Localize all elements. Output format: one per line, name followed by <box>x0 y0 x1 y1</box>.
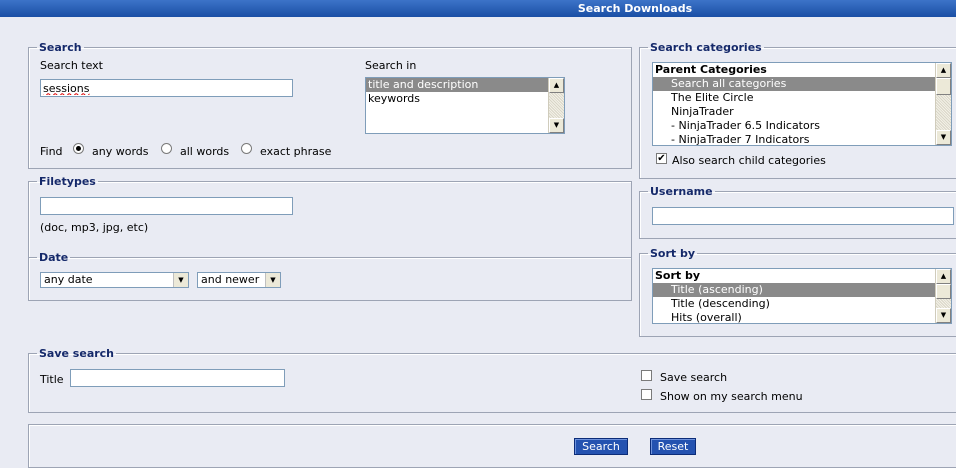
search-text-input[interactable] <box>40 79 293 97</box>
categories-option[interactable]: - NinjaTrader 6.5 Indicators <box>653 119 951 133</box>
scroll-down-icon[interactable]: ▼ <box>549 118 564 133</box>
search-text-label: Search text <box>40 59 103 72</box>
child-categories-checkbox[interactable]: ✔ <box>656 153 667 164</box>
search-button[interactable]: Search <box>574 438 628 455</box>
search-in-label: Search in <box>365 59 417 72</box>
reset-button[interactable]: Reset <box>650 438 696 455</box>
sortby-option[interactable]: Hits (overall) <box>653 311 951 323</box>
categories-option[interactable]: The Elite Circle <box>653 91 951 105</box>
sortby-listbox[interactable]: Sort by Title (ascending) Title (descend… <box>652 268 952 324</box>
search-in-scrollbar[interactable]: ▲ ▼ <box>548 78 564 133</box>
find-label: Find <box>40 145 63 158</box>
filetypes-hint: (doc, mp3, jpg, etc) <box>40 221 149 234</box>
categories-option[interactable]: Search all categories <box>653 77 935 91</box>
filetypes-fieldset: Filetypes <box>28 175 632 259</box>
button-panel <box>28 424 956 468</box>
username-input[interactable] <box>652 207 954 225</box>
scroll-down-icon[interactable]: ▼ <box>936 130 951 145</box>
sortby-option-group: Sort by <box>655 269 701 282</box>
find-all-label: all words <box>180 145 230 158</box>
save-title-input[interactable] <box>70 369 285 387</box>
scroll-track <box>936 95 951 130</box>
categories-option[interactable]: - NinjaTrader 7 Indicators <box>653 133 951 145</box>
categories-option-group: Parent Categories <box>655 63 767 76</box>
sortby-option[interactable]: Title (ascending) <box>653 283 935 297</box>
find-exact-label: exact phrase <box>260 145 332 158</box>
save-search-checkbox[interactable] <box>641 370 652 381</box>
date-direction-value: and newer <box>201 273 260 286</box>
scroll-thumb[interactable] <box>936 78 951 95</box>
scroll-down-icon[interactable]: ▼ <box>936 308 951 323</box>
scroll-up-icon[interactable]: ▲ <box>936 63 951 78</box>
find-any-label: any words <box>92 145 149 158</box>
chevron-down-icon[interactable]: ▼ <box>173 273 188 287</box>
window-titlebar: Search Downloads <box>0 0 956 17</box>
sortby-option[interactable]: Title (descending) <box>653 297 951 311</box>
chevron-down-icon[interactable]: ▼ <box>265 273 280 287</box>
search-legend: Search <box>39 41 82 54</box>
scroll-up-icon[interactable]: ▲ <box>549 78 564 93</box>
find-exact-radio[interactable] <box>241 143 252 154</box>
scroll-up-icon[interactable]: ▲ <box>936 269 951 284</box>
scroll-track <box>549 93 564 118</box>
categories-legend: Search categories <box>650 41 762 54</box>
date-range-select[interactable]: any date ▼ <box>40 272 189 288</box>
search-in-option[interactable]: title and description <box>366 78 548 92</box>
search-menu-label: Show on my search menu <box>660 390 803 403</box>
username-legend: Username <box>650 185 713 198</box>
sortby-scrollbar[interactable]: ▲ ▼ <box>935 269 951 323</box>
scroll-track <box>936 299 951 308</box>
find-all-radio[interactable] <box>161 143 172 154</box>
categories-option[interactable]: NinjaTrader <box>653 105 951 119</box>
search-in-listbox[interactable]: title and description keywords ▲ ▼ <box>365 77 565 134</box>
search-in-option[interactable]: keywords <box>366 92 564 106</box>
filetypes-legend: Filetypes <box>39 175 96 188</box>
filetypes-input[interactable] <box>40 197 293 215</box>
search-form: Search Search text Search in title and d… <box>0 17 956 468</box>
categories-listbox[interactable]: Parent Categories Search all categories … <box>652 62 952 146</box>
find-any-radio[interactable] <box>73 143 84 154</box>
sortby-legend: Sort by <box>650 247 696 260</box>
save-legend: Save search <box>39 347 115 360</box>
date-legend: Date <box>39 251 69 264</box>
date-range-value: any date <box>44 273 93 286</box>
date-direction-select[interactable]: and newer ▼ <box>197 272 281 288</box>
scroll-thumb[interactable] <box>936 284 951 299</box>
child-categories-label: Also search child categories <box>672 154 826 167</box>
categories-scrollbar[interactable]: ▲ ▼ <box>935 63 951 145</box>
save-title-label: Title <box>40 373 64 386</box>
save-search-label: Save search <box>660 371 728 384</box>
page-title: Search Downloads <box>577 2 693 15</box>
search-menu-checkbox[interactable] <box>641 389 652 400</box>
